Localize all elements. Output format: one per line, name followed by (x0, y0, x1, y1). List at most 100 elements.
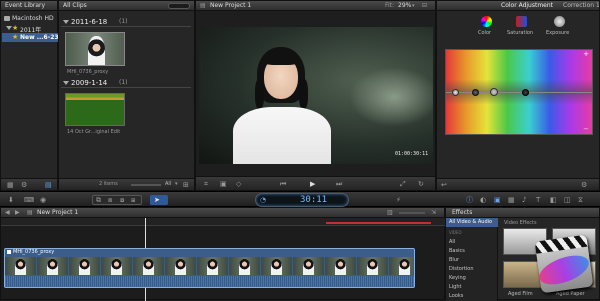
gear-icon[interactable]: ⚙ (581, 181, 587, 189)
insert-clip-icon[interactable]: ⧈ (108, 196, 112, 204)
category-item-distortion[interactable]: Distortion (446, 265, 498, 274)
transitions-icon[interactable]: ⧖ (578, 196, 583, 204)
inspector-button-icon[interactable]: ⓘ (466, 196, 473, 204)
previous-frame-icon[interactable]: ⏮ (280, 180, 286, 188)
filmstrip-frame (229, 257, 260, 275)
background-blur (349, 67, 433, 127)
inspector-tab-exposure[interactable]: Exposure (545, 14, 575, 38)
analyze-icon[interactable]: ◉ (40, 196, 46, 204)
tab-label: Color (478, 30, 492, 36)
distort-icon[interactable]: ◇ (236, 180, 241, 188)
video-frame[interactable]: 01:00:30:11 (199, 27, 433, 164)
inspector-tab-color[interactable]: Color (475, 14, 497, 38)
forward-arrow-icon[interactable]: ▶ (15, 209, 20, 217)
clip-type-icon (7, 250, 11, 254)
category-item-keying[interactable]: Keying (446, 274, 498, 283)
effects-browser-icon[interactable]: ▣ (494, 196, 501, 204)
viewer-header: ▤ New Project 1 Fit: 29% ▾ ⊟ (196, 1, 435, 11)
skimming-icon[interactable]: ⇲ (431, 209, 436, 217)
range-marker (326, 222, 431, 224)
loop-icon[interactable]: ↻ (418, 180, 424, 188)
enhancements-icon[interactable]: ⚡ (396, 196, 401, 204)
browser-filter-all[interactable]: All (165, 181, 171, 187)
inspector-tab-saturation[interactable]: Saturation (507, 14, 537, 38)
zoom-slider[interactable] (399, 212, 425, 214)
library-grid-icon[interactable]: ▦ (7, 181, 14, 189)
effects-browser-panel: Effects All Video & Audio VIDEO All Basi… (445, 207, 600, 301)
clip-thumbnail[interactable] (65, 93, 125, 126)
filmstrip-face (143, 259, 154, 275)
clip-label: MHI_0736_proxy (13, 249, 55, 255)
music-icon[interactable]: ♪ (522, 196, 526, 204)
photos-icon[interactable]: ▦ (508, 196, 515, 204)
clip-name: MHI_0736_proxy (67, 69, 109, 75)
filmstrip-frame (37, 257, 68, 275)
chevron-down-icon[interactable]: ▾ (412, 2, 415, 10)
category-item-light[interactable]: Light (446, 283, 498, 292)
date-group-header[interactable]: 2011-6-18 (1) (61, 17, 191, 27)
play-icon[interactable]: ▶ (310, 180, 315, 188)
filmstrip-frame (5, 257, 36, 275)
global-puck[interactable] (452, 89, 459, 96)
highlights-puck[interactable] (522, 89, 529, 96)
library-item-event-selected[interactable]: ★ New ...6-23 (2, 33, 59, 42)
star-icon: ★ (12, 24, 19, 32)
fullscreen-icon[interactable]: ⤢ (400, 180, 406, 188)
shadows-puck[interactable] (472, 89, 479, 96)
back-arrow-icon[interactable]: ◀ (5, 209, 10, 217)
append-clip-icon[interactable]: ⧇ (120, 196, 124, 204)
library-item-macintosh-hd[interactable]: Macintosh HD (3, 14, 57, 23)
category-label: Blur (449, 257, 460, 263)
timeline-clip[interactable]: MHI_0736_proxy (4, 248, 415, 288)
date-group-header[interactable]: 2009-1-14 (1) (61, 78, 191, 88)
timeline-title: New Project 1 (37, 209, 79, 216)
clip-appearance-icon[interactable]: ▥ (387, 209, 393, 217)
category-item-basics[interactable]: Basics (446, 247, 498, 256)
thumbnail-size-slider[interactable] (131, 184, 161, 186)
inspector-header: Color Adjustment Correction 1 (437, 1, 599, 11)
color-icon[interactable]: ◐ (480, 196, 486, 204)
minus-icon: − (583, 125, 589, 133)
category-label: All Video & Audio (449, 219, 493, 225)
chevron-down-icon[interactable]: ▾ (175, 180, 178, 188)
viewer-panel: ▤ New Project 1 Fit: 29% ▾ ⊟ 01:00:30:11… (195, 0, 436, 191)
category-item-blur[interactable]: Blur (446, 256, 498, 265)
filmstrip-frame (197, 257, 228, 275)
view-options-icon[interactable]: ⊟ (422, 2, 427, 10)
effects-category-list: All Video & Audio VIDEO All Basics Blur … (446, 218, 498, 301)
action-icon[interactable]: ⊞ (183, 181, 189, 189)
overwrite-clip-icon[interactable]: ⧆ (131, 196, 135, 204)
import-icon[interactable]: ⬇ (8, 196, 14, 204)
titles-icon[interactable]: T (536, 196, 540, 204)
category-all-video-audio[interactable]: All Video & Audio (446, 218, 498, 227)
zoom-value[interactable]: 29% (398, 1, 411, 10)
connect-clip-icon[interactable]: ⧉ (96, 196, 101, 204)
color-board-midline (446, 92, 592, 93)
keyword-icon[interactable]: ⌨ (24, 196, 34, 204)
date-group-count: (1) (119, 79, 128, 86)
themes-icon[interactable]: ◫ (564, 196, 571, 204)
clip-thumbnail[interactable] (65, 32, 125, 66)
color-board[interactable]: + − (445, 49, 593, 135)
generators-icon[interactable]: ◧ (550, 196, 557, 204)
midtones-puck[interactable] (490, 88, 498, 96)
list-view-icon[interactable]: ▤ (45, 181, 52, 189)
event-library-title: Event Library (1, 1, 57, 11)
library-item-year[interactable]: ★ 2011年 (3, 24, 57, 34)
next-frame-icon[interactable]: ⏭ (336, 180, 342, 188)
filmstrip-frame (261, 257, 292, 275)
viewer-controls: ⌗ ▣ ◇ ⏮ ▶ ⏭ ⤢ ↻ (196, 176, 435, 190)
category-label: Light (449, 284, 462, 290)
browser-item-count: 2 items (99, 181, 118, 187)
reset-icon[interactable]: ↩ (441, 181, 447, 189)
transform-icon[interactable]: ▣ (220, 180, 227, 188)
filmstrip-face (111, 259, 122, 275)
category-label: Keying (449, 275, 466, 281)
category-item-all[interactable]: All (446, 238, 498, 247)
gear-icon[interactable]: ⚙ (21, 181, 27, 189)
crop-icon[interactable]: ⌗ (204, 180, 208, 188)
category-label: All (449, 239, 456, 245)
browser-search-field[interactable] (168, 3, 190, 9)
film-icon: ▤ (27, 209, 33, 216)
effects-grid-header: Video Effects (504, 220, 537, 226)
